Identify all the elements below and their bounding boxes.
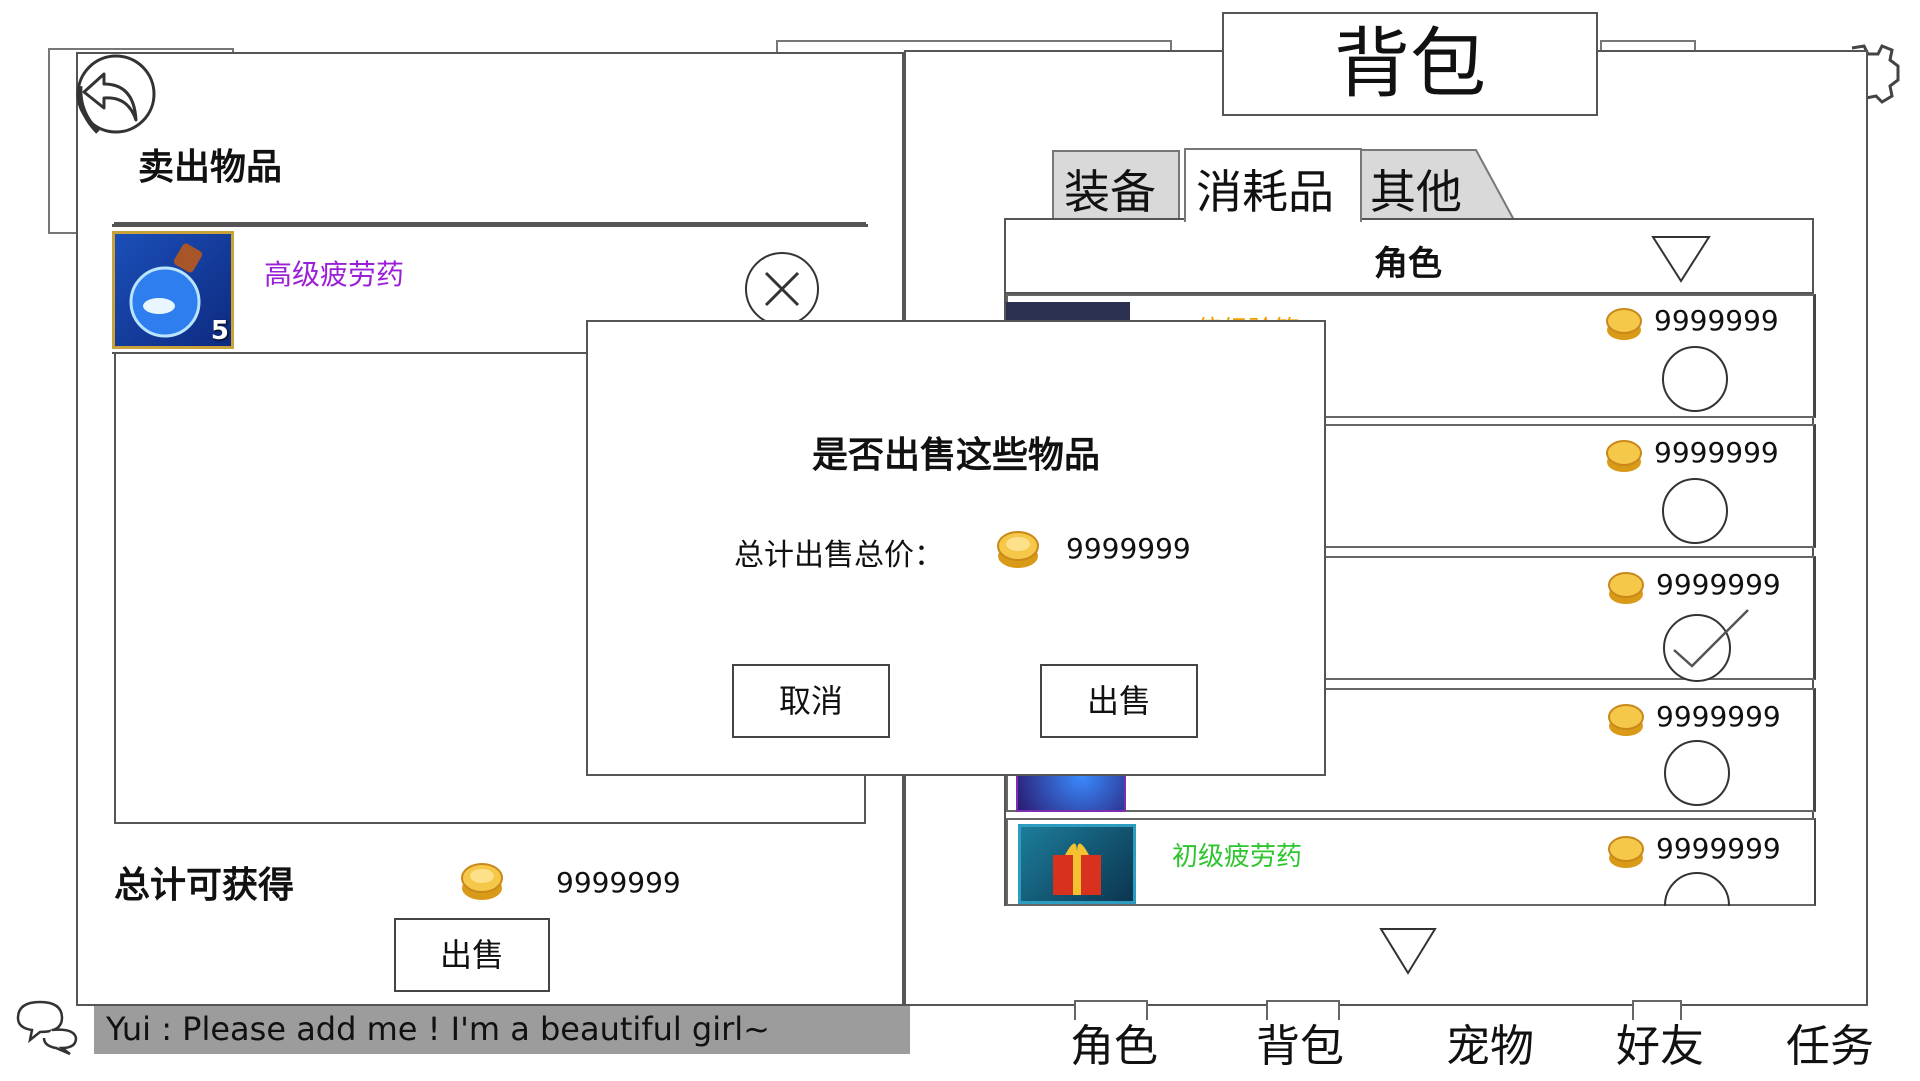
tab-equipment-label: 装备 (1064, 165, 1156, 219)
nav-pet[interactable]: 宠物 (1446, 1010, 1534, 1074)
remove-item-button[interactable] (744, 251, 820, 327)
total-label: 总计可获得 (114, 865, 295, 906)
item-name: 初级疲劳药 (1172, 842, 1303, 872)
select-checkbox[interactable] (1664, 872, 1734, 906)
tab-consumables[interactable]: 消耗品 (1184, 148, 1362, 222)
item-icon (1006, 302, 1130, 322)
page-title: 背包 (1334, 19, 1486, 108)
chat-icon[interactable] (12, 998, 82, 1056)
select-checkbox[interactable] (1664, 740, 1730, 806)
sell-button[interactable]: 出售 (394, 918, 550, 992)
nav-friends[interactable]: 好友 (1616, 1010, 1704, 1074)
select-checkbox-checked[interactable] (1662, 608, 1752, 684)
back-arrow-icon (76, 54, 156, 134)
back-button[interactable] (70, 52, 160, 142)
confirm-sell-button-label: 出售 (1086, 682, 1151, 720)
sell-panel-title: 卖出物品 (138, 147, 283, 188)
chat-message: Yui : Please add me ! I'm a beautiful gi… (106, 1010, 770, 1048)
page-title-box: 背包 (1222, 12, 1598, 116)
item-icon (1018, 824, 1136, 904)
item-icon-fatigue-potion: 5 (112, 231, 234, 349)
item-price: 9999999 (1656, 832, 1781, 865)
coin-icon (1606, 308, 1642, 340)
item-price: 9999999 (1654, 436, 1779, 469)
gift-icon (1053, 843, 1101, 895)
dialog-total-value: 9999999 (1066, 532, 1191, 565)
tab-equipment[interactable]: 装备 (1052, 150, 1180, 220)
cancel-button[interactable]: 取消 (732, 664, 890, 738)
nav-character[interactable]: 角色 (1070, 1010, 1158, 1074)
dialog-total-label: 总计出售总价： (734, 538, 944, 573)
select-checkbox[interactable] (1662, 478, 1728, 544)
dialog-question: 是否出售这些物品 (811, 435, 1100, 476)
confirm-dialog: 是否出售这些物品 总计出售总价： 9999999 取消 出售 (586, 320, 1326, 776)
select-checkbox[interactable] (1662, 346, 1728, 412)
item-price: 9999999 (1656, 568, 1781, 601)
coin-icon (461, 863, 503, 900)
item-price: 9999999 (1656, 700, 1781, 733)
coin-icon (997, 531, 1039, 568)
confirm-sell-button[interactable]: 出售 (1040, 664, 1198, 738)
coin-icon (1608, 704, 1644, 736)
filter-label: 角色 (1374, 244, 1442, 284)
tab-others-label: 其他 (1370, 165, 1462, 219)
close-icon (745, 252, 819, 326)
filter-dropdown-icon[interactable] (1650, 234, 1712, 284)
coin-icon (1608, 836, 1644, 868)
sell-button-label: 出售 (439, 936, 504, 974)
nav-bag[interactable]: 背包 (1256, 1010, 1344, 1074)
chat-bar[interactable]: Yui : Please add me ! I'm a beautiful gi… (94, 1006, 910, 1054)
cancel-button-label: 取消 (778, 682, 843, 720)
sell-item-name: 高级疲劳药 (264, 258, 405, 291)
scroll-down-icon[interactable] (1378, 926, 1438, 976)
total-value: 9999999 (556, 866, 681, 899)
filter-header[interactable]: 角色 (1006, 220, 1812, 294)
checkmark-icon (1663, 609, 1749, 682)
tab-consumables-label: 消耗品 (1196, 165, 1334, 219)
nav-quests[interactable]: 任务 (1786, 1010, 1874, 1074)
item-count: 5 (210, 316, 229, 346)
coin-icon (1608, 572, 1644, 604)
item-price: 9999999 (1654, 304, 1779, 337)
coin-icon (1606, 440, 1642, 472)
